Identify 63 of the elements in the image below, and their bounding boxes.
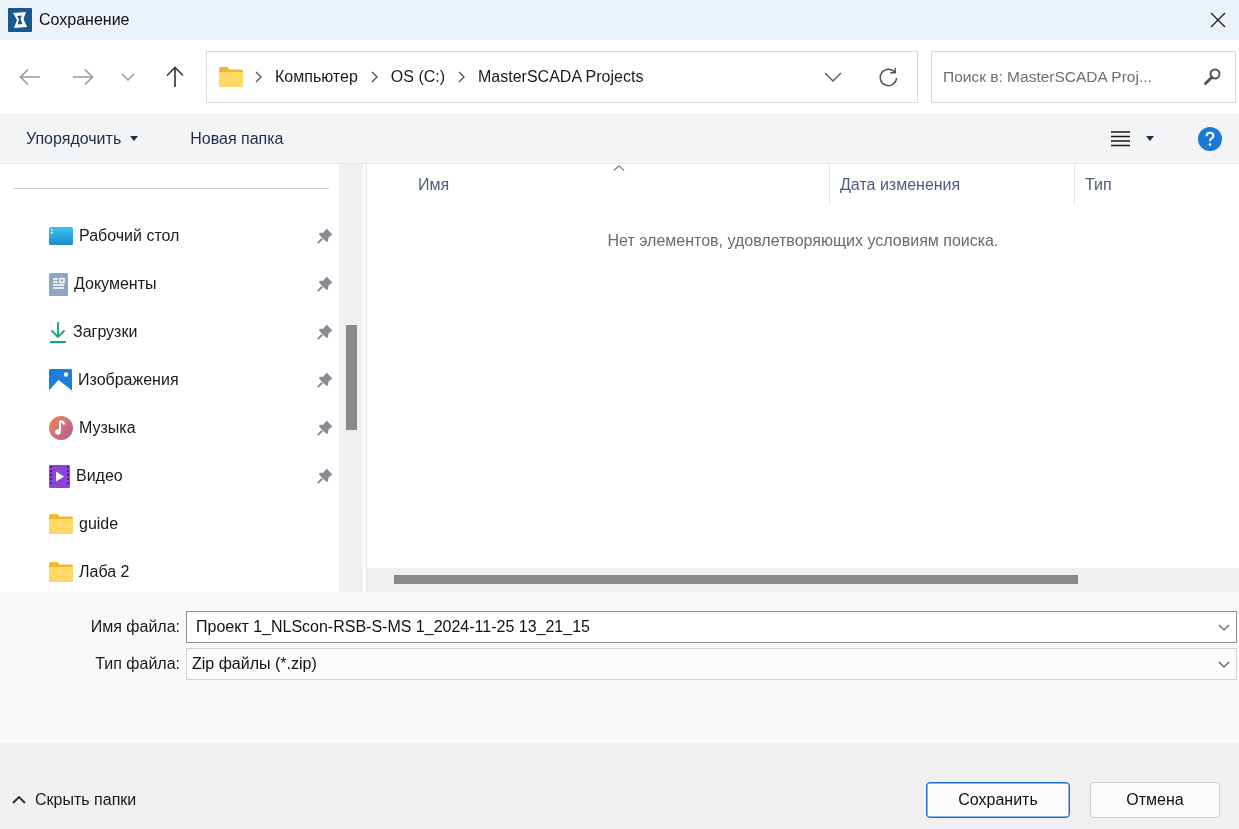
sidebar-item[interactable]: Документы	[0, 260, 339, 308]
search-field[interactable]: Поиск в: MasterSCADA Proj...	[931, 51, 1236, 103]
sidebar-item[interactable]: Рабочий стол	[0, 212, 339, 260]
window-title: Сохранение	[39, 11, 130, 29]
help-icon	[1198, 126, 1222, 151]
chevron-down-icon	[121, 73, 135, 81]
chevron-down-icon	[1218, 660, 1230, 668]
back-arrow-icon	[19, 68, 41, 86]
download-icon	[49, 321, 67, 343]
field-label: Тип файла:	[95, 655, 180, 673]
breadcrumb-item[interactable]: Компьютер	[275, 68, 358, 86]
new-folder-button[interactable]: Новая папка	[180, 121, 294, 156]
pin-icon	[317, 276, 333, 292]
forward-arrow-icon	[72, 68, 94, 86]
chevron-down-icon	[1218, 623, 1230, 631]
chevron-up-icon	[12, 796, 26, 804]
primary-button[interactable]: Сохранить	[926, 782, 1070, 818]
breadcrumb-item[interactable]: MasterSCADA Projects	[478, 68, 644, 86]
app-logo-icon	[8, 8, 32, 32]
sidebar-item[interactable]: Загрузки	[0, 308, 339, 356]
pin-icon	[317, 228, 333, 244]
pin-icon	[317, 468, 333, 484]
desktop-icon	[49, 227, 73, 245]
column-header[interactable]: Дата изменения	[830, 164, 1075, 206]
hide-folders-button[interactable]: Скрыть папки	[12, 791, 137, 809]
music-note-icon	[49, 416, 73, 440]
breadcrumb-item[interactable]: OS (C:)	[390, 68, 446, 86]
chevron-right-icon	[370, 71, 378, 83]
chevron-right-icon	[255, 71, 262, 83]
caret-down-icon	[1146, 136, 1154, 141]
scrollbar-thumb[interactable]	[394, 575, 1078, 584]
sidebar-item[interactable]: guide	[0, 500, 339, 548]
organize-button[interactable]: Упорядочить	[16, 121, 149, 156]
sidebar-item[interactable]: Видео	[0, 452, 339, 500]
scrollbar-thumb[interactable]	[345, 325, 357, 430]
pin-icon	[317, 372, 333, 388]
video-icon	[49, 464, 70, 488]
up-arrow-icon	[165, 66, 185, 88]
column-header[interactable]: Тип	[1075, 164, 1239, 206]
search-icon	[1204, 68, 1221, 85]
folder-icon	[219, 67, 243, 87]
address-bar[interactable]: Компьютер OS (C:) MasterSCADA Projects	[206, 51, 918, 103]
sidebar-item[interactable]: Изображения	[0, 356, 339, 404]
pin-icon	[317, 324, 333, 340]
refresh-icon	[878, 67, 898, 87]
chevron-down-icon	[824, 72, 842, 82]
pin-icon	[317, 420, 333, 436]
empty-list-message: Нет элементов, удовлетворяющих условиям поиска.	[607, 232, 999, 251]
folder-icon	[49, 562, 73, 582]
image-icon	[49, 368, 72, 392]
close-icon	[1210, 12, 1226, 28]
list-view-icon	[1111, 130, 1130, 147]
chevron-right-icon	[458, 71, 466, 83]
dropdown-field[interactable]: Zip файлы (*.zip)	[186, 648, 1237, 680]
dialog-button[interactable]: Отмена	[1090, 782, 1220, 818]
folder-icon	[49, 514, 73, 534]
column-header[interactable]: Имя	[408, 164, 830, 206]
field-label: Имя файла:	[90, 618, 180, 636]
caret-down-icon	[130, 136, 139, 141]
sidebar-item[interactable]: Музыка	[0, 404, 339, 452]
document-icon	[49, 272, 68, 296]
text-combo-field[interactable]: Проект 1_NLScon-RSB-S-MS 1_2024-11-25 13_21_15	[186, 611, 1237, 643]
sort-caret-icon	[612, 165, 625, 171]
